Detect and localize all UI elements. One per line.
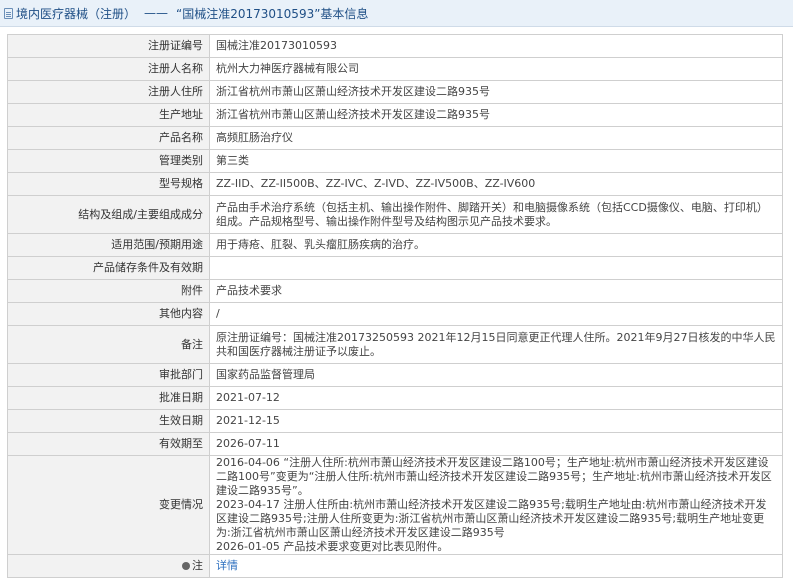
change-entry: 2026-01-05 产品技术要求变更对比表见附件。 bbox=[216, 540, 449, 553]
field-label: 生效日期 bbox=[7, 409, 210, 433]
field-label: 变更情况 bbox=[7, 455, 210, 555]
field-label: 审批部门 bbox=[7, 363, 210, 387]
field-label: 注册证编号 bbox=[7, 34, 210, 58]
field-label: 管理类别 bbox=[7, 149, 210, 173]
header-separator: —— bbox=[144, 6, 169, 20]
field-label: 生产地址 bbox=[7, 103, 210, 127]
field-value: 2021-12-15 bbox=[209, 409, 783, 433]
field-label: 批准日期 bbox=[7, 386, 210, 410]
field-value bbox=[209, 256, 783, 280]
table-row: 备注 原注册证编号：国械注准20173250593 2021年12月15日同意更正… bbox=[7, 325, 783, 364]
table-row: 生效日期 2021-12-15 bbox=[7, 409, 783, 433]
document-icon bbox=[4, 7, 13, 19]
field-label: 有效期至 bbox=[7, 432, 210, 456]
field-label: 附件 bbox=[7, 279, 210, 303]
table-row: 注册人住所 浙江省杭州市萧山区萧山经济技术开发区建设二路935号 bbox=[7, 80, 783, 104]
change-entry: 2016-04-06 “注册人住所:杭州市萧山经济技术开发区建设二路100号；生… bbox=[216, 456, 772, 497]
table-row: 管理类别 第三类 bbox=[7, 149, 783, 173]
change-entry: 2023-04-17 注册人住所由:杭州市萧山经济技术开发区建设二路935号;载… bbox=[216, 498, 767, 539]
field-value: / bbox=[209, 302, 783, 326]
table-row: 附件 产品技术要求 bbox=[7, 279, 783, 303]
field-value: 用于痔疮、肛裂、乳头瘤肛肠疾病的治疗。 bbox=[209, 233, 783, 257]
field-label: 结构及组成/主要组成成分 bbox=[7, 195, 210, 234]
detail-table-wrapper: 注册证编号 国械注准20173010593 注册人名称 杭州大力神医疗器械有限公司 … bbox=[7, 34, 783, 578]
field-label: 备注 bbox=[7, 325, 210, 364]
page-header: 境内医疗器械（注册） —— “国械注准20173010593”基本信息 bbox=[0, 0, 793, 27]
table-row: 审批部门 国家药品监督管理局 bbox=[7, 363, 783, 387]
field-value: 原注册证编号：国械注准20173250593 2021年12月15日同意更正代理… bbox=[209, 325, 783, 364]
field-value: 高频肛肠治疗仪 bbox=[209, 126, 783, 150]
field-value: 产品技术要求 bbox=[209, 279, 783, 303]
field-value: 浙江省杭州市萧山区萧山经济技术开发区建设二路935号 bbox=[209, 80, 783, 104]
field-value: 杭州大力神医疗器械有限公司 bbox=[209, 57, 783, 81]
table-row: 产品名称 高频肛肠治疗仪 bbox=[7, 126, 783, 150]
breadcrumb[interactable]: 境内医疗器械（注册） bbox=[16, 5, 136, 22]
field-value: 国械注准20173010593 bbox=[209, 34, 783, 58]
field-label: 型号规格 bbox=[7, 172, 210, 196]
field-label: 适用范围/预期用途 bbox=[7, 233, 210, 257]
field-value: 浙江省杭州市萧山区萧山经济技术开发区建设二路935号 bbox=[209, 103, 783, 127]
field-value: 2021-07-12 bbox=[209, 386, 783, 410]
bullet-icon bbox=[182, 562, 190, 570]
table-row: 结构及组成/主要组成成分 产品由手术治疗系统（包括主机、输出操作附件、脚踏开关）和… bbox=[7, 195, 783, 234]
table-row: 适用范围/预期用途 用于痔疮、肛裂、乳头瘤肛肠疾病的治疗。 bbox=[7, 233, 783, 257]
field-label: 其他内容 bbox=[7, 302, 210, 326]
changes-row: 变更情况 2016-04-06 “注册人住所:杭州市萧山经济技术开发区建设二路1… bbox=[7, 455, 783, 555]
table-row: 型号规格 ZZ-IID、ZZ-II500B、ZZ-IVC、Z-IVD、ZZ-IV5… bbox=[7, 172, 783, 196]
note-label-cell: 注 bbox=[7, 554, 210, 578]
field-label: 产品储存条件及有效期 bbox=[7, 256, 210, 280]
field-value: 国家药品监督管理局 bbox=[209, 363, 783, 387]
table-row: 产品储存条件及有效期 bbox=[7, 256, 783, 280]
changes-value: 2016-04-06 “注册人住所:杭州市萧山经济技术开发区建设二路100号；生… bbox=[209, 455, 783, 555]
field-value: 第三类 bbox=[209, 149, 783, 173]
table-row: 其他内容 / bbox=[7, 302, 783, 326]
page-title: “国械注准20173010593”基本信息 bbox=[176, 6, 369, 21]
table-row: 注册证编号 国械注准20173010593 bbox=[7, 34, 783, 58]
table-row: 生产地址 浙江省杭州市萧山区萧山经济技术开发区建设二路935号 bbox=[7, 103, 783, 127]
field-value: 产品由手术治疗系统（包括主机、输出操作附件、脚踏开关）和电脑摄像系统（包括CCD… bbox=[209, 195, 783, 234]
field-value: ZZ-IID、ZZ-II500B、ZZ-IVC、Z-IVD、ZZ-IV500B、… bbox=[209, 172, 783, 196]
field-label: 注册人名称 bbox=[7, 57, 210, 81]
table-row: 有效期至 2026-07-11 bbox=[7, 432, 783, 456]
field-label: 注册人住所 bbox=[7, 80, 210, 104]
note-value: 详情 bbox=[209, 554, 783, 578]
field-label: 产品名称 bbox=[7, 126, 210, 150]
detail-table: 注册证编号 国械注准20173010593 注册人名称 杭州大力神医疗器械有限公司 … bbox=[7, 34, 783, 578]
table-row: 批准日期 2021-07-12 bbox=[7, 386, 783, 410]
note-label: 注 bbox=[192, 559, 203, 572]
table-row: 注册人名称 杭州大力神医疗器械有限公司 bbox=[7, 57, 783, 81]
note-row: 注 详情 bbox=[7, 554, 783, 578]
field-value: 2026-07-11 bbox=[209, 432, 783, 456]
details-link[interactable]: 详情 bbox=[216, 559, 238, 572]
